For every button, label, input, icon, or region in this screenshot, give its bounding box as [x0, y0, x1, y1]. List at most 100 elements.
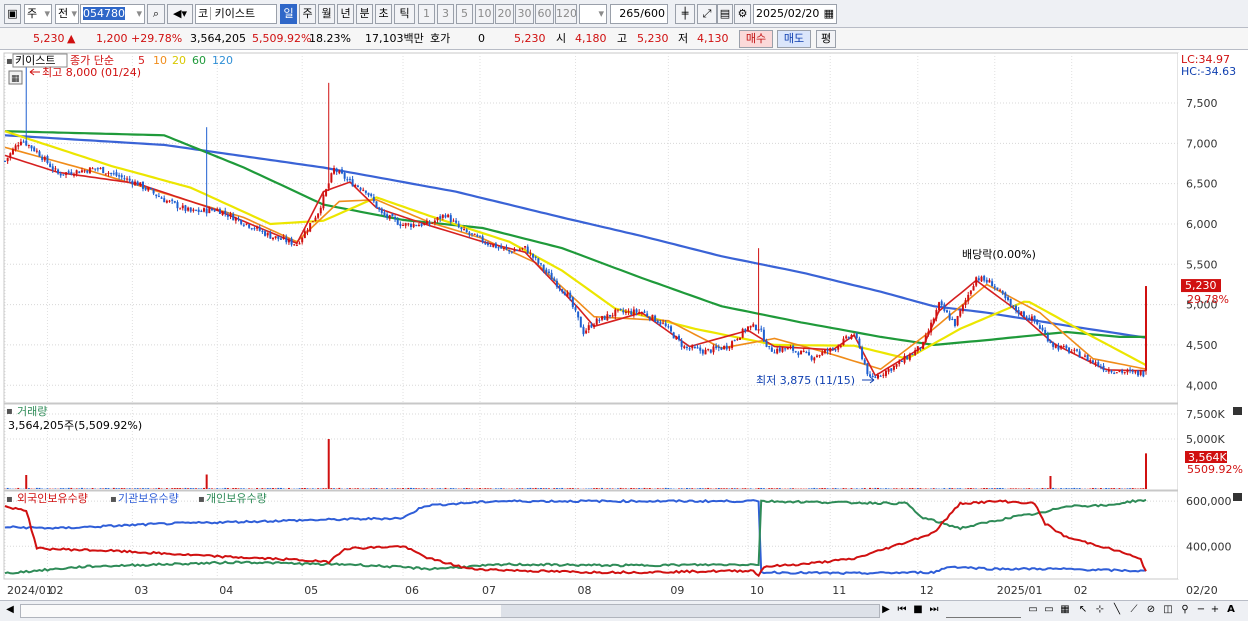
volume-bar — [171, 488, 174, 489]
volume-bar — [1142, 488, 1145, 489]
period-tab-minute[interactable]: 분 — [356, 4, 373, 24]
volume: 3,564,205 — [190, 32, 246, 45]
stop-icon[interactable]: ■ — [911, 604, 925, 618]
volume-bar — [975, 488, 978, 489]
volume-bar — [192, 488, 195, 489]
zoom-out-icon[interactable]: − — [1195, 604, 1207, 618]
jump-start-icon[interactable]: ⏮ — [895, 604, 909, 618]
grid-icon[interactable]: ▦ — [1058, 604, 1072, 618]
candle-body — [314, 217, 317, 222]
date-field[interactable]: 2025/02/20 ▦ — [753, 4, 837, 24]
volume-bar — [699, 488, 702, 489]
layout-icon[interactable]: ▭ — [1026, 604, 1040, 618]
volume-bar — [1073, 487, 1076, 489]
candle-body — [49, 163, 52, 168]
candle-body — [688, 348, 691, 350]
candle-body — [754, 324, 757, 331]
candle-body — [587, 325, 590, 331]
volume-bar — [996, 488, 999, 489]
candle-body — [943, 304, 946, 311]
stock-chart[interactable]: 4,0004,5005,0005,5006,0006,5007,0007,500… — [0, 50, 1248, 600]
low-price: 4,130 — [697, 32, 729, 45]
trendline-icon[interactable]: ⟋ — [1127, 604, 1141, 618]
period-tab-tick[interactable]: 틱 — [394, 4, 415, 24]
scroll-track[interactable] — [20, 604, 880, 618]
eval-button[interactable]: 평 — [816, 30, 836, 48]
stock-name-box[interactable]: 코 키이스트 — [195, 4, 277, 24]
zoom-icon[interactable]: ⚲ — [1178, 604, 1192, 618]
period-tab-month[interactable]: 월 — [318, 4, 335, 24]
jump-end-icon[interactable]: ⏭ — [927, 604, 941, 618]
volume-panel-title: 거래량 — [17, 405, 47, 418]
scroll-right-icon[interactable]: ▶ — [880, 604, 892, 618]
interval-3[interactable]: 3 — [437, 4, 454, 24]
candle-body — [356, 185, 359, 187]
interval-10[interactable]: 10 — [475, 4, 494, 24]
zoom-in-icon[interactable]: + — [1209, 604, 1221, 618]
sell-button[interactable]: 매도 — [777, 30, 811, 48]
volume-bar — [1110, 488, 1113, 489]
save-icon[interactable]: ▤ — [717, 4, 733, 24]
interval-120[interactable]: 120 — [555, 4, 577, 24]
candle-body — [717, 346, 720, 349]
volume-bar — [298, 488, 301, 489]
text-tool-icon[interactable]: A — [1224, 604, 1238, 618]
crosshair-icon[interactable]: ⊹ — [1093, 604, 1107, 618]
volume-bar — [356, 488, 359, 489]
gear-icon[interactable]: ⚙ — [734, 4, 751, 24]
candle-body — [1086, 355, 1089, 361]
candle-icon[interactable]: ╪ — [675, 4, 695, 24]
x-tick-label: 2025/01 — [997, 584, 1043, 597]
window-icon[interactable]: ▣ — [4, 4, 21, 24]
volume-bar — [677, 488, 680, 489]
candle-body — [338, 170, 341, 174]
collapse-holdings-icon[interactable] — [1233, 493, 1242, 501]
volume-bar — [558, 488, 561, 489]
mode-select[interactable]: 전 ▾ — [55, 4, 79, 24]
period-tab-year[interactable]: 년 — [337, 4, 354, 24]
period-tab-second[interactable]: 초 — [375, 4, 392, 24]
interval-custom-select[interactable]: ▾ — [579, 4, 607, 24]
volume-bar — [362, 488, 365, 489]
interval-5[interactable]: 5 — [456, 4, 473, 24]
zoom-slider[interactable] — [946, 604, 1021, 618]
volume-bar — [274, 488, 277, 489]
volume-bar — [208, 488, 211, 489]
candle-body — [550, 272, 553, 280]
interval-20[interactable]: 20 — [495, 4, 514, 24]
line-icon[interactable]: ╲ — [1110, 604, 1124, 618]
period-tab-week[interactable]: 주 — [299, 4, 316, 24]
candle-body — [603, 315, 606, 320]
candle-body — [317, 213, 320, 218]
candle-body — [340, 169, 343, 174]
interval-30[interactable]: 30 — [515, 4, 534, 24]
search-icon[interactable]: ⌕ — [147, 4, 165, 24]
candle-body — [640, 311, 643, 314]
period-tab-day[interactable]: 일 — [280, 4, 297, 24]
chart-scrollbar[interactable]: ◀ ▶ ⏮ ■ ⏭ ▭ ▭ ▦ ↖ ⊹ ╲ ⟋ ⊘ ◫ ⚲ − + A — [0, 600, 1248, 621]
candle-body — [988, 280, 991, 283]
candle-body — [157, 195, 160, 197]
volume-bar — [768, 488, 771, 489]
scroll-thumb[interactable] — [501, 605, 879, 617]
layout2-icon[interactable]: ▭ — [1042, 604, 1056, 618]
pointer-icon[interactable]: ↖ — [1076, 604, 1090, 618]
candle-body — [524, 246, 527, 248]
interval-1[interactable]: 1 — [418, 4, 435, 24]
draw-tool-icon[interactable]: ⤢ — [697, 4, 717, 24]
volume-bar — [667, 488, 670, 489]
fibo-icon[interactable]: ⊘ — [1144, 604, 1158, 618]
scroll-left-icon[interactable]: ◀ — [4, 604, 16, 618]
code-input[interactable]: 054780 ▾ — [80, 4, 145, 24]
speaker-icon[interactable]: ◀▾ — [167, 4, 193, 24]
candle-body — [707, 348, 710, 350]
interval-60[interactable]: 60 — [535, 4, 554, 24]
volume-bar — [951, 488, 954, 489]
shape-icon[interactable]: ◫ — [1161, 604, 1175, 618]
collapse-volume-icon[interactable] — [1233, 407, 1242, 415]
market-select[interactable]: 주 ▾ — [24, 4, 52, 24]
candle-body — [375, 201, 378, 208]
volume-bar — [25, 475, 28, 489]
count-field[interactable]: 265/600 — [610, 4, 668, 24]
buy-button[interactable]: 매수 — [739, 30, 773, 48]
